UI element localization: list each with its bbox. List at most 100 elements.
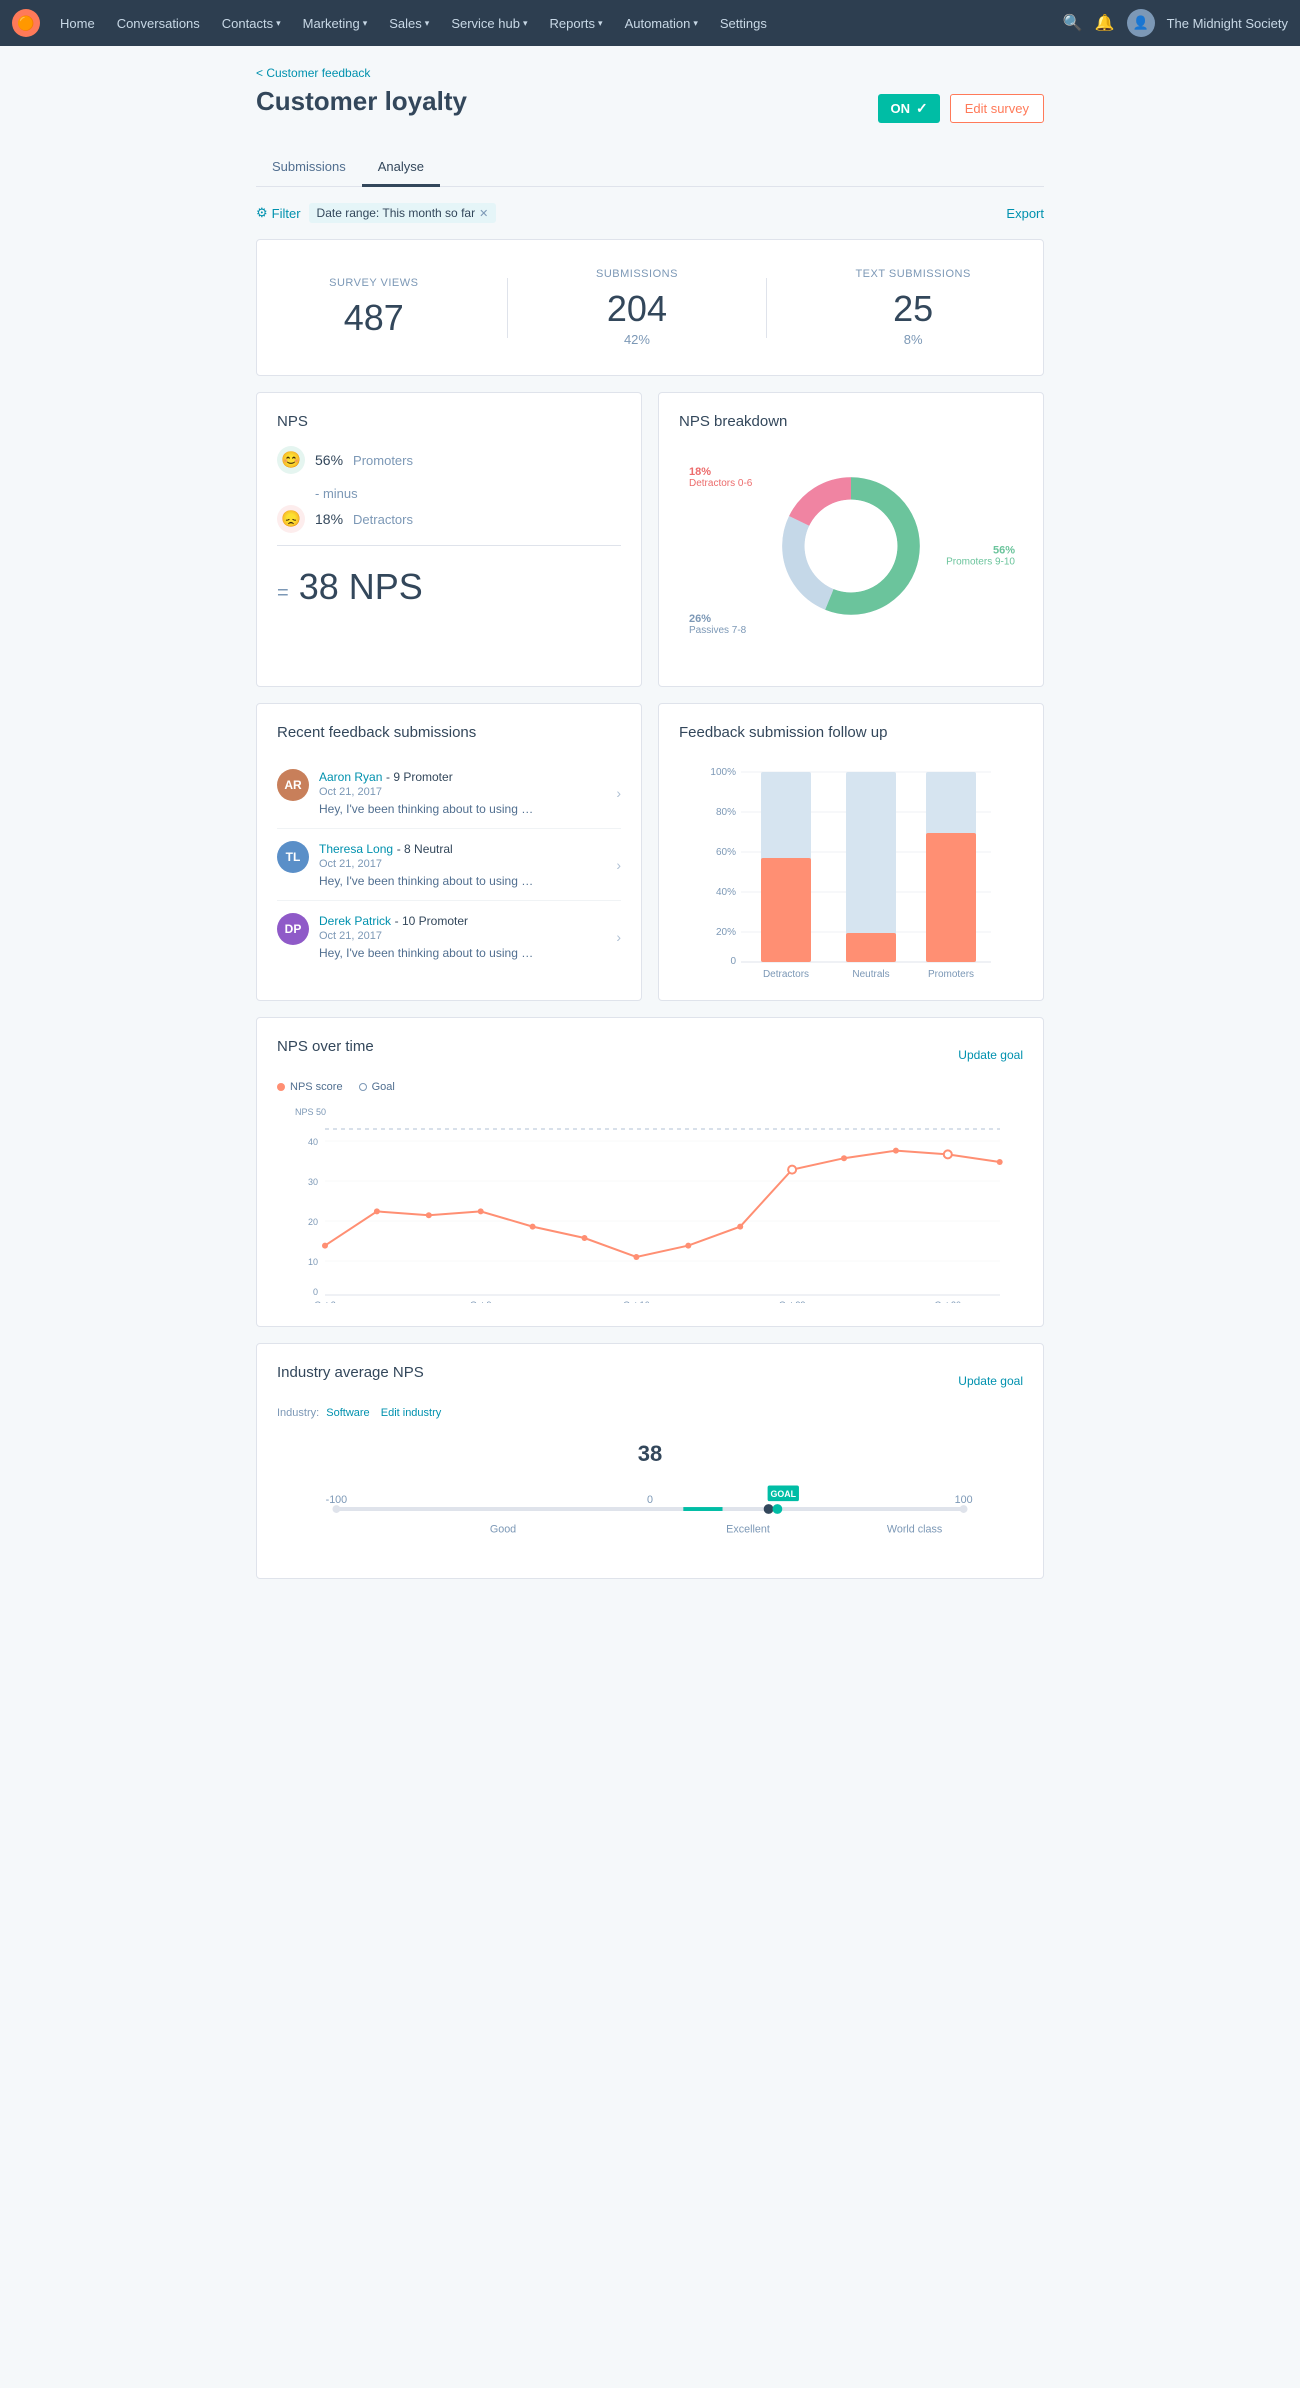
feedback-name-1: Aaron Ryan xyxy=(319,770,382,784)
industry-update-goal-button[interactable]: Update goal xyxy=(958,1374,1023,1388)
feedback-date-3: Oct 21, 2017 xyxy=(319,930,621,942)
feedback-score-2: - 8 Neutral xyxy=(397,842,453,856)
svg-text:100: 100 xyxy=(955,1494,973,1506)
detractor-emoji: 😞 xyxy=(277,505,305,533)
nav-contacts[interactable]: Contacts ▾ xyxy=(212,0,291,46)
text-submissions-label: TEXT SUBMISSIONS xyxy=(855,268,970,280)
chevron-right-icon: › xyxy=(616,785,621,801)
promoters-label: 56% Promoters 9-10 xyxy=(946,545,1015,568)
nps-over-time-title: NPS over time xyxy=(277,1038,374,1055)
toggle-button[interactable]: ON ✓ xyxy=(878,94,939,123)
feedback-item-2[interactable]: TL Theresa Long - 8 Neutral Oct 21, 2017… xyxy=(277,829,621,901)
industry-label: Industry: Software Edit industry xyxy=(277,1407,1023,1419)
industry-nps-title: Industry average NPS xyxy=(277,1364,424,1381)
survey-views-stat: SURVEY VIEWS 487 xyxy=(329,277,418,339)
svg-text:20%: 20% xyxy=(716,927,736,938)
detractors-label: 18% Detractors 0-6 xyxy=(689,466,752,489)
submissions-pct: 42% xyxy=(596,332,678,347)
page-title: Customer loyalty xyxy=(256,86,467,117)
navigation: 🟠 Home Conversations Contacts ▾ Marketin… xyxy=(0,0,1300,46)
nav-marketing[interactable]: Marketing ▾ xyxy=(293,0,378,46)
follow-up-title: Feedback submission follow up xyxy=(679,724,1023,741)
avatar[interactable]: 👤 xyxy=(1127,9,1155,37)
donut-chart-area: 18% Detractors 0-6 26% Passives 7-8 56% … xyxy=(679,446,1023,666)
svg-text:Oct 16: Oct 16 xyxy=(623,1300,650,1303)
industry-nps-card: Industry average NPS Update goal Industr… xyxy=(256,1343,1044,1579)
feedback-score-1: - 9 Promoter xyxy=(386,770,453,784)
tab-submissions[interactable]: Submissions xyxy=(256,149,362,187)
promoter-label: Promoters xyxy=(353,453,413,468)
svg-text:0: 0 xyxy=(313,1287,318,1297)
filter-button[interactable]: ⚙ Filter xyxy=(256,205,301,221)
follow-up-bar-chart: 100% 80% 60% 40% 20% 0 xyxy=(679,757,1023,977)
svg-text:0: 0 xyxy=(647,1494,653,1506)
check-icon: ✓ xyxy=(916,100,928,117)
industry-nps-header: Industry average NPS Update goal xyxy=(277,1364,1023,1397)
industry-value[interactable]: Software xyxy=(326,1407,369,1419)
feedback-item-1[interactable]: AR Aaron Ryan - 9 Promoter Oct 21, 2017 … xyxy=(277,757,621,829)
submissions-stat: SUBMISSIONS 204 42% xyxy=(596,268,678,347)
feedback-date-2: Oct 21, 2017 xyxy=(319,858,621,870)
feedback-item-3[interactable]: DP Derek Patrick - 10 Promoter Oct 21, 2… xyxy=(277,901,621,972)
svg-text:GOAL: GOAL xyxy=(771,1489,797,1499)
filter-icon: ⚙ xyxy=(256,205,268,221)
update-goal-button[interactable]: Update goal xyxy=(958,1048,1023,1062)
text-submissions-value: 25 xyxy=(855,288,970,330)
breadcrumb[interactable]: Customer feedback xyxy=(256,66,1044,80)
promoter-row: 😊 56% Promoters xyxy=(277,446,621,474)
detractor-row: 😞 18% Detractors xyxy=(277,505,621,533)
header-actions: ON ✓ Edit survey xyxy=(878,94,1044,123)
nav-sales[interactable]: Sales ▾ xyxy=(379,0,439,46)
text-submissions-pct: 8% xyxy=(855,332,970,347)
survey-views-value: 487 xyxy=(329,297,418,339)
nps-over-time-card: NPS over time Update goal NPS score Goal… xyxy=(256,1017,1044,1327)
edit-industry-button[interactable]: Edit industry xyxy=(381,1407,442,1419)
feedback-content-2: Theresa Long - 8 Neutral Oct 21, 2017 He… xyxy=(319,841,621,888)
tab-analyse[interactable]: Analyse xyxy=(362,149,440,187)
chevron-down-icon: ▾ xyxy=(425,18,430,29)
svg-text:80%: 80% xyxy=(716,807,736,818)
feedback-list: AR Aaron Ryan - 9 Promoter Oct 21, 2017 … xyxy=(277,757,621,972)
export-button[interactable]: Export xyxy=(1006,206,1044,221)
submissions-label: SUBMISSIONS xyxy=(596,268,678,280)
nav-conversations[interactable]: Conversations xyxy=(107,0,210,46)
feedback-text-3: Hey, I've been thinking about to using y… xyxy=(319,946,539,960)
nav-right-area: 🔍 🔔 👤 The Midnight Society xyxy=(1063,9,1288,37)
follow-up-card: Feedback submission follow up 100% 80% 6… xyxy=(658,703,1044,1001)
svg-text:0: 0 xyxy=(730,956,736,967)
filter-remove-button[interactable]: ✕ xyxy=(479,207,488,220)
chevron-down-icon: ▾ xyxy=(598,18,603,29)
nav-automation[interactable]: Automation ▾ xyxy=(615,0,708,46)
search-icon[interactable]: 🔍 xyxy=(1063,13,1083,33)
nav-service-hub[interactable]: Service hub ▾ xyxy=(441,0,537,46)
promoter-pct: 56% xyxy=(315,452,343,468)
edit-survey-button[interactable]: Edit survey xyxy=(950,94,1044,123)
goal-legend: Goal xyxy=(359,1081,395,1093)
nps-score-legend: NPS score xyxy=(277,1081,343,1093)
stat-divider-2 xyxy=(766,278,767,338)
nav-reports[interactable]: Reports ▾ xyxy=(540,0,613,46)
svg-text:40: 40 xyxy=(308,1137,318,1147)
donut-chart-svg xyxy=(771,466,931,626)
nav-home[interactable]: Home xyxy=(50,0,105,46)
bell-icon[interactable]: 🔔 xyxy=(1095,13,1115,33)
nps-breakdown-title: NPS breakdown xyxy=(679,413,1023,430)
feedback-avatar-1: AR xyxy=(277,769,309,801)
feedback-row: Recent feedback submissions AR Aaron Rya… xyxy=(256,703,1044,1001)
feedback-content-3: Derek Patrick - 10 Promoter Oct 21, 2017… xyxy=(319,913,621,960)
nps-row: NPS 😊 56% Promoters - minus 😞 18% Detrac… xyxy=(256,392,1044,687)
toggle-label: ON xyxy=(890,101,910,116)
stat-divider-1 xyxy=(507,278,508,338)
svg-text:NPS 50: NPS 50 xyxy=(295,1107,326,1117)
nps-over-time-chart: NPS 50 40 30 20 10 0 xyxy=(277,1103,1023,1303)
svg-text:100%: 100% xyxy=(710,767,736,778)
chevron-right-icon: › xyxy=(616,929,621,945)
feedback-text-2: Hey, I've been thinking about to using y… xyxy=(319,874,539,888)
nav-settings[interactable]: Settings xyxy=(710,0,777,46)
filter-bar: ⚙ Filter Date range: This month so far ✕… xyxy=(256,203,1044,223)
feedback-content-1: Aaron Ryan - 9 Promoter Oct 21, 2017 Hey… xyxy=(319,769,621,816)
gauge-svg: -100 0 100 GOAL Good Excellent World cla… xyxy=(307,1475,993,1545)
submissions-value: 204 xyxy=(596,288,678,330)
chevron-right-icon: › xyxy=(616,857,621,873)
feedback-name-2: Theresa Long xyxy=(319,842,393,856)
